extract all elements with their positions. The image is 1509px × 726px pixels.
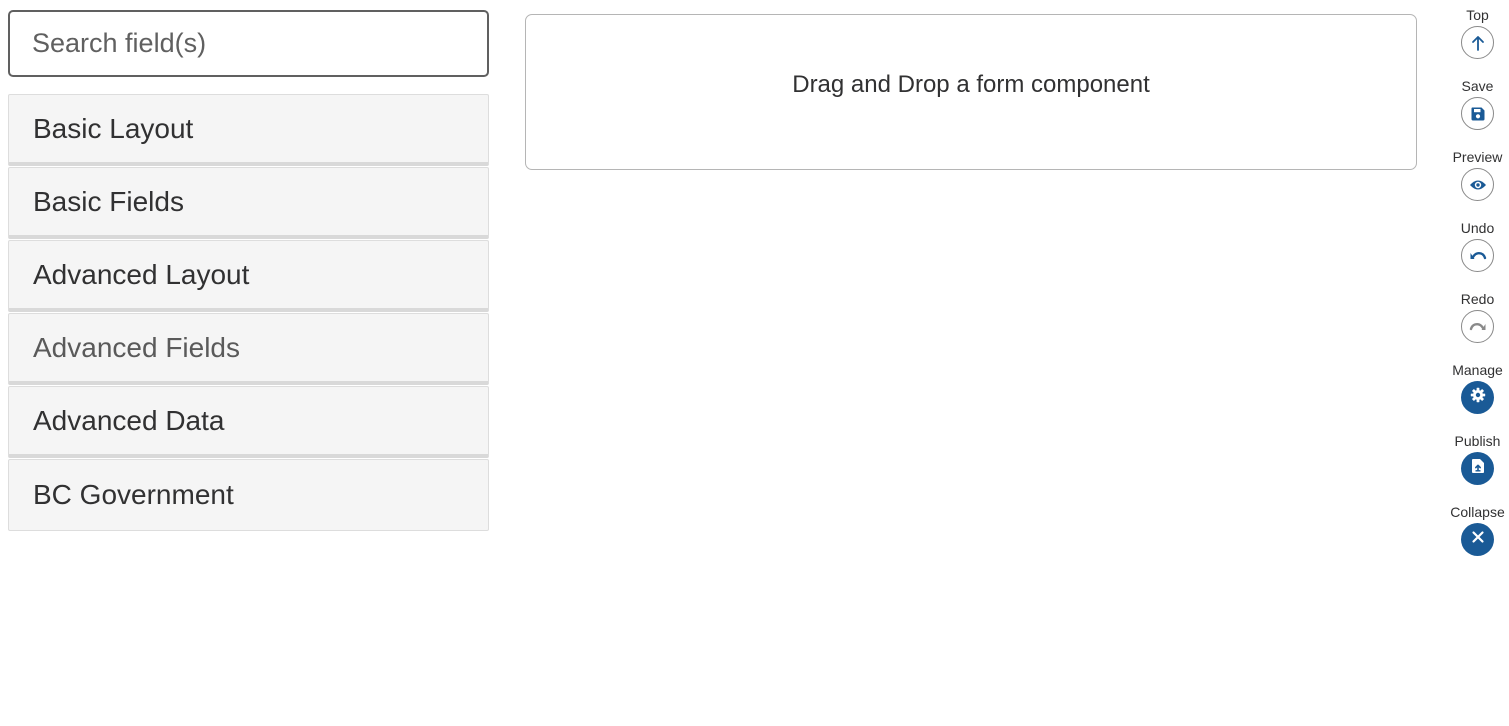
group-advanced-fields[interactable]: Advanced Fields <box>8 313 489 385</box>
drop-zone-text: Drag and Drop a form component <box>792 71 1150 98</box>
action-bar: Top Save Preview Undo Redo Manage Publis… <box>1446 6 1509 574</box>
action-label: Save <box>1461 78 1494 94</box>
save-icon <box>1470 106 1486 122</box>
action-label: Collapse <box>1450 504 1505 520</box>
save-button[interactable] <box>1461 97 1494 130</box>
action-preview: Preview <box>1446 148 1509 219</box>
group-basic-fields[interactable]: Basic Fields <box>8 167 489 239</box>
collapse-button[interactable] <box>1461 523 1494 556</box>
group-bc-government[interactable]: BC Government <box>8 459 489 531</box>
search-fields-input[interactable] <box>8 10 489 77</box>
redo-button[interactable] <box>1461 310 1494 343</box>
action-save: Save <box>1446 77 1509 148</box>
undo-button[interactable] <box>1461 239 1494 272</box>
publish-button[interactable] <box>1461 452 1494 485</box>
action-label: Publish <box>1454 433 1501 449</box>
group-basic-layout[interactable]: Basic Layout <box>8 94 489 166</box>
action-publish: Publish <box>1446 432 1509 503</box>
redo-icon <box>1469 320 1487 334</box>
component-sidebar: Basic Layout Basic Fields Advanced Layou… <box>8 10 489 532</box>
close-icon <box>1471 530 1485 549</box>
form-builder-page: Basic Layout Basic Fields Advanced Layou… <box>0 0 1509 726</box>
publish-file-icon <box>1471 458 1485 479</box>
gear-icon <box>1470 387 1486 408</box>
action-label: Preview <box>1452 149 1503 165</box>
action-label: Undo <box>1460 220 1495 236</box>
preview-button[interactable] <box>1461 168 1494 201</box>
action-label: Manage <box>1452 362 1503 378</box>
eye-icon <box>1469 178 1487 192</box>
action-top: Top <box>1446 6 1509 77</box>
action-manage: Manage <box>1446 361 1509 432</box>
action-label: Redo <box>1460 291 1495 307</box>
group-advanced-data[interactable]: Advanced Data <box>8 386 489 458</box>
manage-button[interactable] <box>1461 381 1494 414</box>
action-label: Top <box>1466 7 1489 23</box>
undo-icon <box>1469 249 1487 263</box>
action-undo: Undo <box>1446 219 1509 290</box>
form-drop-zone[interactable]: Drag and Drop a form component <box>525 14 1417 170</box>
action-collapse: Collapse <box>1446 503 1509 574</box>
arrow-up-icon <box>1470 34 1486 52</box>
action-redo: Redo <box>1446 290 1509 361</box>
component-groups: Basic Layout Basic Fields Advanced Layou… <box>8 94 489 531</box>
group-advanced-layout[interactable]: Advanced Layout <box>8 240 489 312</box>
top-button[interactable] <box>1461 26 1494 59</box>
